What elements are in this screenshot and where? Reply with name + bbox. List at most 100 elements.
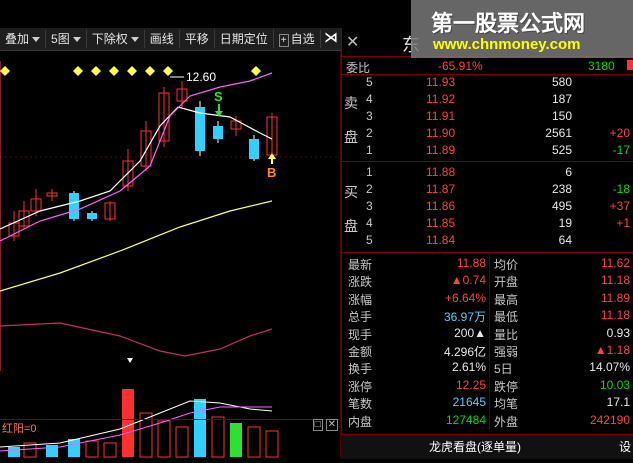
level-volume: 238 [551, 182, 572, 196]
level-price: 11.85 [426, 216, 456, 230]
bottom-tab-bar: 龙虎看盘(逐单量) 设 [341, 434, 633, 459]
signal-diamond [73, 66, 83, 76]
volume-bar [68, 439, 80, 457]
marker-arrow [127, 358, 133, 363]
level-volume: 19 [558, 216, 572, 230]
level-price: 11.89 [426, 143, 456, 157]
candle-down [87, 213, 97, 219]
stat-label: 总手 [348, 310, 373, 325]
level-volume: 6 [565, 165, 572, 179]
close-panel-icon[interactable]: ✕ [346, 32, 359, 52]
weibi-row: 委比 -65.91% 3180 [342, 58, 633, 75]
volume-bar [103, 442, 117, 458]
level-volume: 580 [551, 75, 572, 89]
adjust-dropdown[interactable]: 下除权 [87, 30, 145, 48]
stat-value: 14.07% [589, 360, 630, 375]
stat-value: 21645 [452, 395, 486, 410]
book-divider [342, 161, 633, 162]
volume-bar [265, 430, 279, 458]
close-arrow-icon[interactable]: ⋊ [324, 29, 338, 46]
signal-diamond [163, 66, 173, 76]
stat-value: 242190 [589, 412, 630, 427]
stat-value: 2.61% [451, 360, 486, 375]
sell-side-label-2: 盘 [344, 129, 358, 145]
stat-label: 换手 [348, 362, 373, 377]
level-price: 11.84 [426, 233, 456, 247]
draw-line-button[interactable]: 画线 [145, 30, 180, 48]
buy-side-label-1: 买 [344, 184, 358, 200]
restore-icon[interactable]: □ [312, 419, 323, 431]
watermark-banner: 第一股票公式网 www.chnmoney.com [411, 0, 633, 58]
chart-toolbar: 叠加 5图 下除权 画线 平移 日期定位 + 自选 ⋊ [0, 28, 342, 51]
stat-label: 内盘 [348, 414, 373, 429]
stat-value: 11.18 [600, 273, 630, 288]
signal-diamond [91, 66, 101, 76]
pan-button[interactable]: 平移 [180, 30, 215, 48]
stat-value: 36.97万 [443, 310, 486, 325]
plus-icon: + [278, 34, 289, 47]
stats-divider [342, 252, 633, 253]
overlay-dropdown[interactable]: 叠加 [0, 30, 47, 48]
stats-column-divider [489, 254, 490, 430]
signal-diamond [127, 66, 137, 76]
ma20-line [0, 200, 273, 292]
stat-label: 外盘 [494, 414, 519, 429]
stat-value: 10.03 [599, 377, 630, 392]
add-watchlist-button[interactable]: + 自选 [274, 30, 321, 48]
stat-label: 均笔 [494, 397, 519, 412]
stat-value: 4.296亿 [443, 345, 486, 359]
sell-signal-label: S [214, 89, 223, 104]
level-price: 11.88 [426, 165, 456, 179]
ma60-line [0, 322, 273, 357]
close-icon[interactable]: ✕ [325, 419, 338, 431]
stat-label: 开盘 [494, 275, 519, 290]
weibi-diff: 3180 [588, 59, 615, 73]
kline-svg: 12.60 S B [0, 61, 340, 458]
level-change: -18 [612, 182, 630, 196]
stat-value: 0.93 [606, 325, 630, 340]
level-volume: 187 [551, 92, 572, 106]
weibi-value: -65.91% [438, 59, 483, 73]
quote-panel: ✕ 东 委比 -65.91% 3180 511.93580411.9218731… [341, 28, 633, 458]
date-locate-button[interactable]: 日期定位 [215, 30, 274, 48]
level-number: 5 [366, 75, 373, 89]
stat-value: 127484 [445, 412, 486, 427]
level-number: 3 [366, 199, 373, 213]
stat-label: 最高 [494, 292, 519, 307]
tab-dragon-tiger[interactable]: 龙虎看盘(逐单量) [429, 438, 521, 455]
level-number: 1 [366, 143, 373, 157]
signal-diamond [0, 66, 10, 76]
stat-label: 金额 [348, 345, 373, 359]
stat-value: 17.1 [606, 395, 630, 410]
stat-label: 最低 [494, 310, 519, 325]
stat-value: 11.62 [600, 256, 630, 270]
max-price-label: 12.60 [186, 70, 216, 84]
kline-chart[interactable]: 12.60 S B 红阳=0 □ ✕ [0, 51, 341, 458]
level-number: 3 [366, 109, 373, 123]
buy-side-label-2: 盘 [344, 218, 358, 234]
sub-indicator-label: 红阳=0 [2, 423, 37, 435]
level-price: 11.87 [426, 182, 456, 196]
volume-bar [8, 447, 20, 457]
stat-value: +6.64% [444, 290, 486, 305]
level-price: 11.93 [426, 75, 456, 89]
level-volume: 150 [551, 109, 572, 123]
layout-dropdown[interactable]: 5图 [46, 30, 87, 48]
level-volume: 495 [551, 199, 572, 213]
level-number: 2 [366, 182, 373, 196]
level-volume: 2561 [545, 126, 572, 140]
candle-down [69, 193, 79, 219]
candle-down [213, 126, 223, 139]
banner-title: 第一股票公式网 [431, 11, 586, 36]
signal-diamond [109, 66, 119, 76]
level-number: 1 [366, 165, 373, 179]
stat-label: 涨幅 [348, 292, 373, 307]
level-number: 2 [366, 126, 373, 140]
stat-label: 涨停 [348, 379, 373, 394]
level-change: +20 [609, 126, 630, 140]
buy-signal-label: B [267, 165, 276, 180]
settings-tab[interactable]: 设 [619, 438, 631, 455]
stat-label: 强弱 [494, 345, 519, 359]
stat-value: 11.18 [600, 308, 630, 323]
level-change: +1 [616, 216, 630, 230]
